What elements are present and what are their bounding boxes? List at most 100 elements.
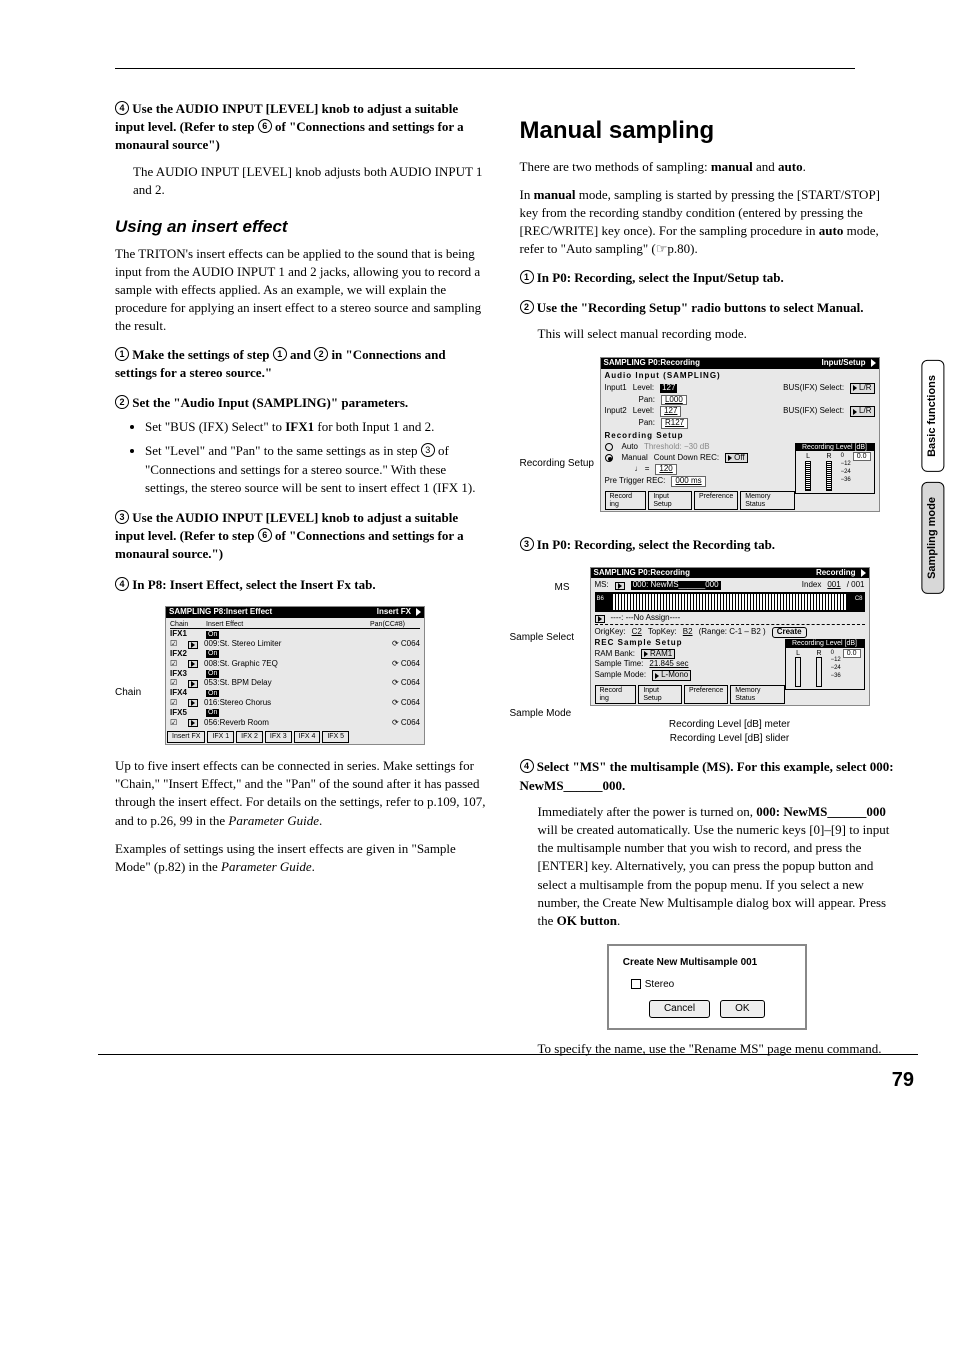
checkbox-icon	[631, 979, 641, 989]
lcd-tab[interactable]: Memory Status	[740, 491, 794, 510]
lcd-input-setup: SAMPLING P0:Recording Input/Setup Audio …	[600, 357, 880, 512]
lcd-tab[interactable]: IFX 4	[294, 731, 321, 743]
ramv: RAM1	[650, 650, 672, 659]
ms-popup[interactable]	[615, 582, 625, 590]
ifx-row: IFX5On	[170, 709, 420, 718]
lcd3-tl: SAMPLING P0:Recording	[594, 569, 690, 578]
r-step2: 2 Use the "Recording Setup" radio button…	[520, 299, 895, 343]
fig1-label-chain: Chain	[115, 686, 141, 700]
on-toggle[interactable]: On	[206, 650, 219, 658]
origv[interactable]: C2	[632, 628, 642, 637]
on-toggle[interactable]: On	[206, 709, 219, 717]
in2-busv: L/R	[859, 407, 871, 416]
pretrig-v[interactable]: 000 ms	[671, 476, 705, 487]
circled-ref2: 2	[314, 347, 328, 361]
in2-lvlv[interactable]: 127	[660, 406, 681, 417]
r4b1: 000: NewMS______000	[756, 804, 886, 819]
selv[interactable]: ----: ---No Assign----	[611, 614, 681, 623]
af1e: .	[319, 813, 322, 828]
ib1: manual	[711, 159, 753, 174]
lcd-tab[interactable]: IFX 5	[322, 731, 349, 743]
idxl: Index	[802, 581, 822, 590]
lcd-tab[interactable]: IFX 3	[265, 731, 292, 743]
on-toggle[interactable]: On	[206, 670, 219, 678]
m336: −36	[831, 673, 841, 681]
in2-lvll: Level:	[633, 407, 654, 416]
lcd-tab[interactable]: Preference	[684, 685, 728, 704]
fx-popup[interactable]	[188, 719, 198, 727]
cdrec-popup[interactable]: Off	[725, 453, 748, 464]
in1-lvlv[interactable]: 127	[660, 384, 677, 393]
lcd3-sec: REC Sample Setup	[595, 638, 683, 647]
para2: In manual mode, sampling is started by p…	[520, 186, 895, 259]
msv[interactable]: 000: NewMS______000	[631, 581, 721, 590]
sm-popup[interactable]: L-Mono	[652, 670, 691, 681]
menu-tri-icon[interactable]	[416, 608, 421, 616]
lcd-tab[interactable]: Preference	[694, 491, 738, 510]
ins-step1: 1 Make the settings of step 1 and 2 in "…	[115, 346, 490, 382]
fx-popup[interactable]	[188, 641, 198, 649]
create-button[interactable]: Create	[772, 627, 807, 638]
circled-3: 3	[115, 510, 129, 524]
in1-bus-popup[interactable]: L/R	[850, 383, 874, 394]
lcd-tab[interactable]: Record ing	[605, 491, 647, 510]
menu-tri-icon-2[interactable]	[871, 359, 876, 367]
in1-panv[interactable]: L000	[661, 395, 687, 406]
r2-body: This will select manual recording mode.	[538, 325, 895, 343]
side-tabs: Basic functions Sampling mode	[921, 360, 944, 594]
in2-l: Input2	[605, 407, 627, 416]
im: and	[753, 159, 778, 174]
stv[interactable]: 21.845 sec	[649, 660, 688, 669]
in1-l: Input1	[605, 384, 627, 393]
b1bold: IFX1	[285, 419, 314, 434]
r-step4: 4 Select "MS" the multisample (MS). For …	[520, 758, 895, 930]
ins1-b: and	[287, 347, 314, 362]
circled-6-inline-b: 6	[258, 528, 272, 542]
circled-r1: 1	[520, 270, 534, 284]
ok-button[interactable]: OK	[720, 1000, 764, 1018]
cancel-button[interactable]: Cancel	[649, 1000, 710, 1018]
fx-popup[interactable]	[188, 680, 198, 688]
in2-panv[interactable]: R127	[661, 418, 688, 429]
menu-tri-icon-3[interactable]	[861, 569, 866, 577]
mval[interactable]: 0.0	[853, 452, 871, 461]
side-tab-basic[interactable]: Basic functions	[921, 360, 944, 472]
radio-auto[interactable]	[605, 443, 613, 451]
dialog-stereo-check[interactable]: Stereo	[631, 978, 791, 992]
r-step1: 1 In P0: Recording, select the Input/Set…	[520, 269, 895, 287]
m3val[interactable]: 0.0	[843, 649, 861, 658]
idxv[interactable]: 001	[827, 581, 840, 590]
p2d: auto	[819, 223, 844, 238]
ram-popup[interactable]: RAM1	[641, 649, 675, 660]
lcd-tab[interactable]: Insert FX	[167, 731, 205, 743]
fx-popup[interactable]	[188, 699, 198, 707]
left-column: 4 Use the AUDIO INPUT [LEVEL] knob to ad…	[115, 100, 490, 1068]
step4-body: The AUDIO INPUT [LEVEL] knob adjusts bot…	[133, 163, 490, 199]
in1-panl: Pan:	[639, 396, 655, 405]
r4-bold: Select "MS" the multisample (MS). For th…	[520, 759, 894, 792]
in1-busl: BUS(IFX) Select:	[783, 384, 844, 393]
tempo-l: ♩ =	[635, 465, 650, 474]
p2b: manual	[534, 187, 576, 202]
in2-bus-popup[interactable]: L/R	[850, 406, 874, 417]
side-tab-sampling[interactable]: Sampling mode	[921, 482, 944, 594]
lcd-tab[interactable]: Input Setup	[638, 685, 682, 704]
lcd-tab[interactable]: Memory Status	[730, 685, 784, 704]
fx-popup[interactable]	[188, 660, 198, 668]
circled-6-inline: 6	[258, 119, 272, 133]
ins-step2: 2 Set the "Audio Input (SAMPLING)" param…	[115, 394, 490, 497]
lcd-tab[interactable]: IFX 2	[236, 731, 263, 743]
lcd-tab[interactable]: Input Setup	[648, 491, 692, 510]
on-toggle[interactable]: On	[206, 690, 219, 698]
r4c: .	[617, 913, 620, 928]
tempo-v[interactable]: 120	[655, 464, 676, 475]
radio-manual[interactable]	[605, 454, 613, 462]
lcd-tab[interactable]: Record ing	[595, 685, 637, 704]
on-toggle[interactable]: On	[206, 631, 219, 639]
topv[interactable]: B2	[683, 628, 693, 637]
ins1-a: Make the settings of step	[132, 347, 272, 362]
after-fig1-p2: Examples of settings using the insert ef…	[115, 840, 490, 876]
sel-popup[interactable]	[595, 615, 605, 623]
lcd-tab[interactable]: IFX 1	[207, 731, 234, 743]
af1i: Parameter Guide	[228, 813, 319, 828]
